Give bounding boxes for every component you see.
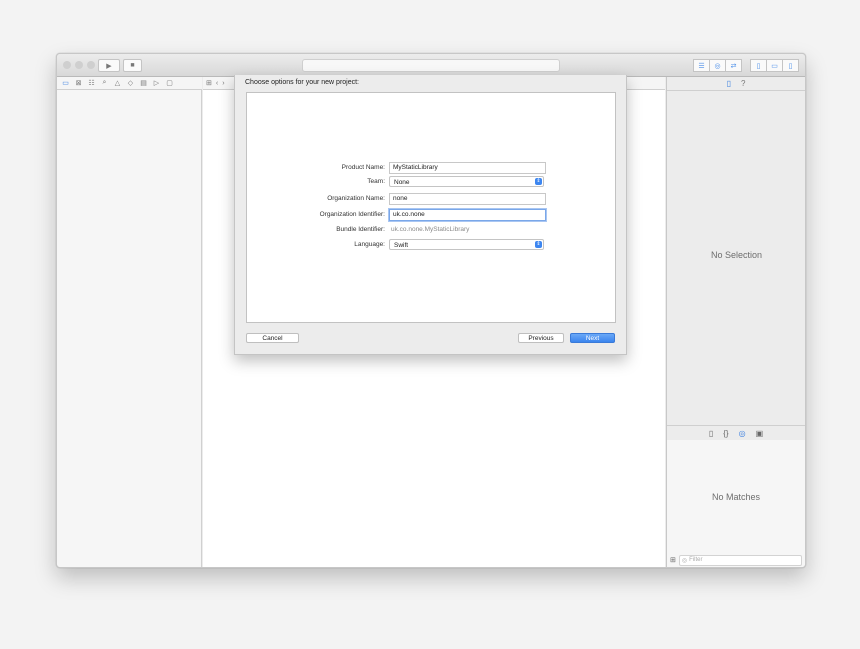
stop-button[interactable]: ■: [123, 59, 142, 72]
code-snippet-icon[interactable]: {}: [723, 429, 728, 438]
utilities-toggle-icon[interactable]: ▯: [782, 59, 799, 72]
bundle-identifier-label: Bundle Identifier:: [336, 226, 385, 233]
filter-placeholder: Filter: [689, 557, 703, 563]
find-navigator-icon[interactable]: ⌕: [100, 79, 109, 87]
zoom-window-button[interactable]: [87, 61, 95, 69]
close-window-button[interactable]: [63, 61, 71, 69]
next-button[interactable]: Next: [570, 333, 615, 343]
test-navigator-icon[interactable]: ◇: [126, 79, 135, 87]
product-name-label: Product Name:: [341, 164, 385, 171]
product-name-field[interactable]: MyStaticLibrary: [389, 162, 546, 174]
organization-identifier-label: Organization Identifier:: [319, 211, 385, 218]
team-label: Team:: [367, 178, 385, 185]
options-panel: Product Name: MyStaticLibrary Team: None…: [246, 92, 616, 323]
activity-viewer: [302, 59, 560, 72]
object-library-icon[interactable]: ◎: [739, 429, 746, 438]
symbol-navigator-icon[interactable]: ☷: [87, 79, 96, 87]
breakpoint-navigator-icon[interactable]: ▷: [152, 79, 161, 87]
view-toggle-group: ▯ ▭ ▯: [750, 59, 799, 72]
play-icon: ▶: [106, 62, 112, 70]
language-row: Language: Swift ⇕: [247, 239, 615, 251]
standard-editor-icon[interactable]: ☰: [693, 59, 710, 72]
team-popup[interactable]: None ⇕: [389, 176, 544, 187]
file-template-icon[interactable]: ▯: [709, 429, 713, 438]
media-library-icon[interactable]: ▣: [756, 429, 764, 438]
language-value: Swift: [394, 242, 409, 249]
quick-help-icon[interactable]: ?: [741, 79, 745, 88]
forward-icon[interactable]: ›: [222, 80, 224, 87]
related-items-icon[interactable]: ⊞: [206, 79, 212, 87]
navigator-selector-bar: ▭ ⊠ ☷ ⌕ △ ◇ ▤ ▷ ▢: [57, 77, 202, 90]
filter-icon: ◎: [681, 557, 688, 564]
popup-arrows-icon: ⇕: [535, 178, 542, 185]
organization-name-row: Organization Name: none: [247, 193, 615, 205]
bundle-identifier-row: Bundle Identifier: uk.co.none.MyStaticLi…: [247, 224, 615, 236]
language-label: Language:: [354, 241, 385, 248]
product-name-row: Product Name: MyStaticLibrary: [247, 162, 615, 174]
stop-icon: ■: [130, 62, 135, 69]
no-matches-label: No Matches: [711, 492, 761, 502]
library-area: No Matches ⊞ ◎ Filter: [667, 440, 805, 567]
bundle-identifier-value: uk.co.none.MyStaticLibrary: [391, 226, 470, 233]
project-navigator-icon[interactable]: ▭: [61, 79, 70, 87]
organization-name-field[interactable]: none: [389, 193, 546, 205]
team-value: None: [394, 179, 410, 186]
navigator-pane: [57, 90, 202, 567]
filter-input[interactable]: ◎ Filter: [678, 554, 802, 566]
report-navigator-icon[interactable]: ▢: [165, 79, 174, 87]
sheet-title: Choose options for your new project:: [245, 79, 360, 86]
organization-identifier-row: Organization Identifier: uk.co.none: [247, 209, 615, 221]
run-button[interactable]: ▶: [98, 59, 120, 72]
filter-bar: ⊞ ◎ Filter: [670, 554, 802, 566]
organization-identifier-field[interactable]: uk.co.none: [389, 209, 546, 221]
popup-arrows-icon: ⇕: [535, 241, 542, 248]
editor-mode-group: ☰ ◎ ⇄: [693, 59, 742, 72]
assistant-editor-icon[interactable]: ◎: [709, 59, 726, 72]
minimize-window-button[interactable]: [75, 61, 83, 69]
file-inspector-icon[interactable]: ▯: [727, 79, 731, 88]
language-popup[interactable]: Swift ⇕: [389, 239, 544, 250]
navigator-toggle-icon[interactable]: ▯: [750, 59, 767, 72]
debug-toggle-icon[interactable]: ▭: [766, 59, 783, 72]
inspector-pane: ▯ ? No Selection ▯ {} ◎ ▣ No Matches ⊞ ◎…: [666, 77, 805, 567]
issue-navigator-icon[interactable]: △: [113, 79, 122, 87]
source-control-icon[interactable]: ⊠: [74, 79, 83, 87]
previous-button[interactable]: Previous: [518, 333, 564, 343]
new-project-sheet: Choose options for your new project: Pro…: [234, 75, 627, 355]
no-selection-label: No Selection: [710, 250, 763, 260]
grid-view-icon[interactable]: ⊞: [670, 556, 676, 564]
titlebar: ▶ ■ ☰ ◎ ⇄ ▯ ▭ ▯: [57, 54, 805, 77]
library-tabs: ▯ {} ◎ ▣: [667, 425, 805, 441]
team-row: Team: None ⇕: [247, 176, 615, 188]
back-icon[interactable]: ‹: [216, 80, 218, 87]
cancel-button[interactable]: Cancel: [246, 333, 299, 343]
version-editor-icon[interactable]: ⇄: [725, 59, 742, 72]
debug-navigator-icon[interactable]: ▤: [139, 79, 148, 87]
organization-name-label: Organization Name:: [327, 195, 385, 202]
inspector-tabs: ▯ ?: [667, 77, 805, 91]
